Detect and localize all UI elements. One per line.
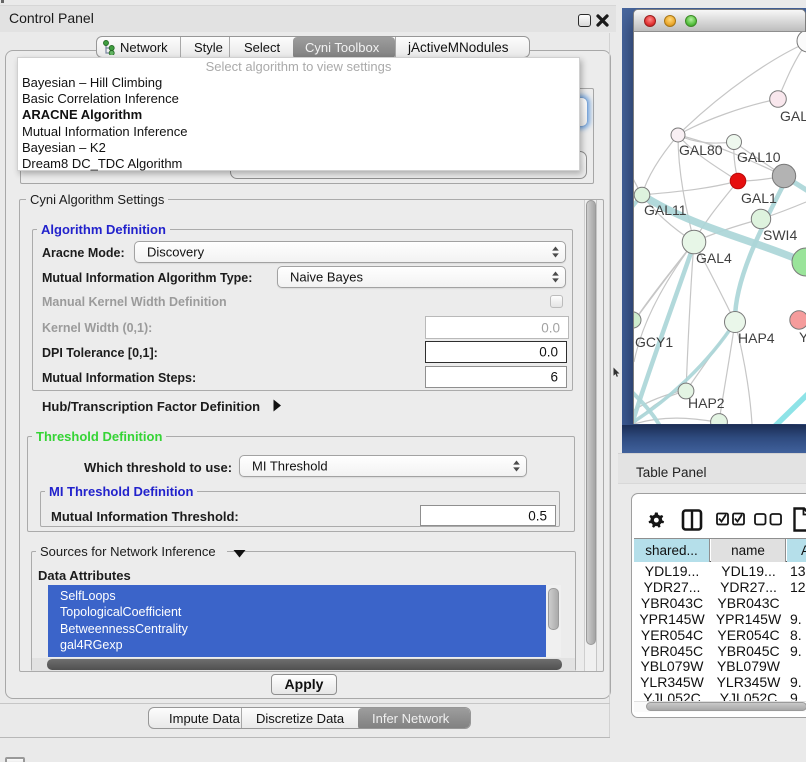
svg-text:GAL11: GAL11: [644, 202, 687, 218]
svg-text:HAP4: HAP4: [738, 330, 775, 346]
svg-text:GAL4: GAL4: [696, 250, 732, 266]
svg-text:GAL10: GAL10: [737, 149, 781, 165]
svg-text:GAL1: GAL1: [741, 190, 777, 206]
svg-text:GCY1: GCY1: [635, 334, 673, 350]
svg-text:GAL80: GAL80: [679, 142, 723, 158]
svg-text:GAL7: GAL7: [780, 108, 806, 124]
svg-text:HAP2: HAP2: [688, 395, 725, 411]
svg-text:SWI4: SWI4: [763, 227, 797, 243]
svg-text:YM: YM: [799, 329, 806, 345]
